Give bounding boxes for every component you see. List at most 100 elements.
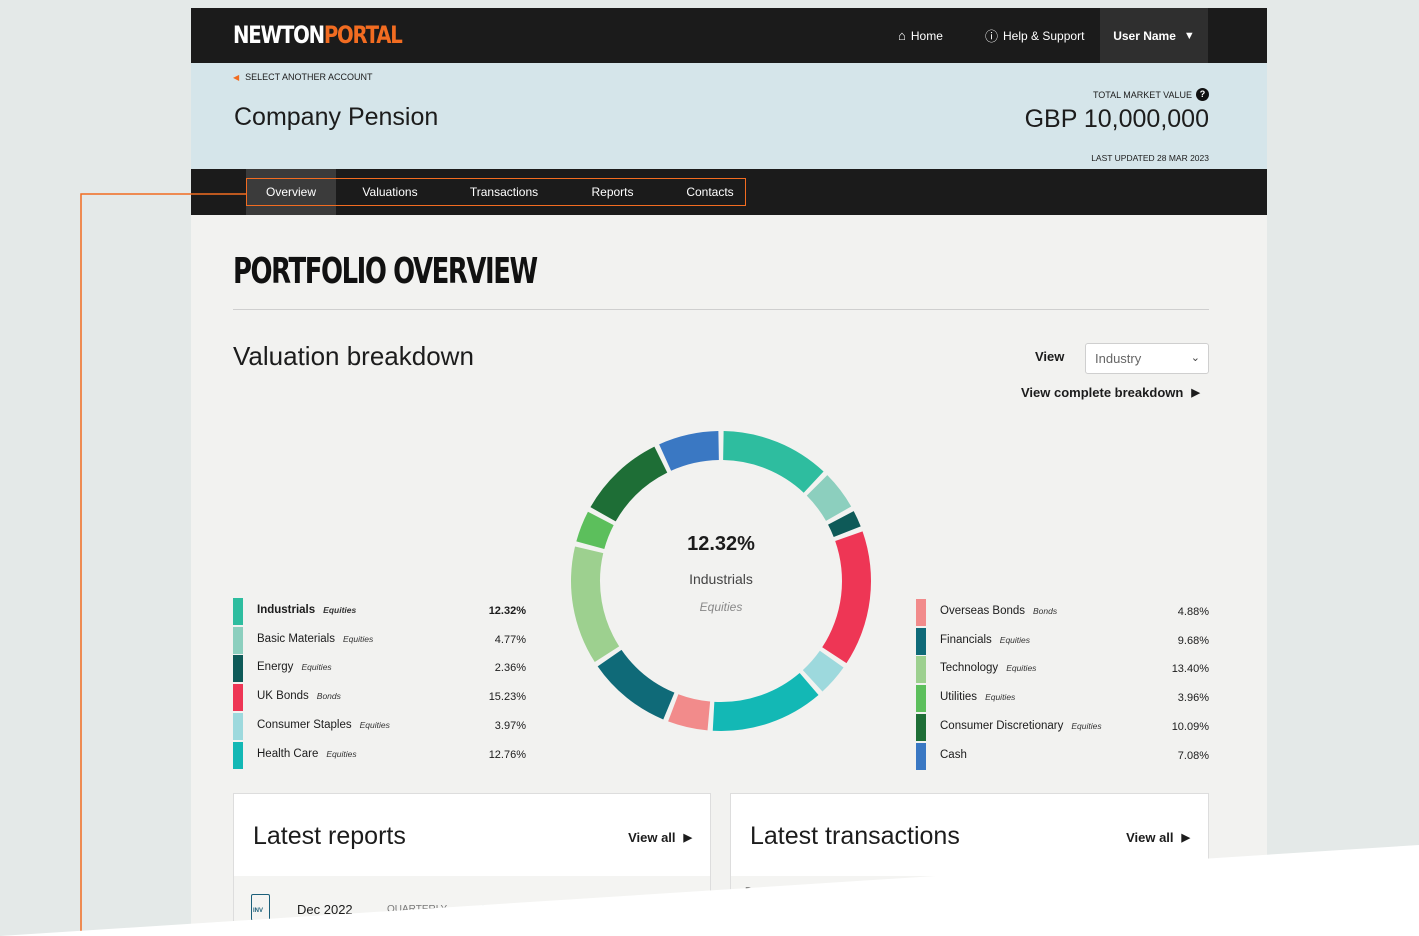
legend-item-industrials[interactable]: Industrials Equities 12.32% (233, 598, 526, 626)
legend-item-energy[interactable]: Energy Equities 2.36% (233, 655, 526, 683)
legend-percent: 4.88% (1177, 606, 1209, 618)
legend-item-consumer-staples[interactable]: Consumer Staples Equities 3.97% (233, 712, 526, 741)
legend-asset-type: Bonds (1033, 606, 1058, 616)
donut-center-asset-type: Equities (699, 600, 743, 614)
legend-category: Consumer Staples (257, 718, 352, 731)
arrow-right-icon: ▶ (1181, 832, 1190, 844)
transactions-view-all-link[interactable]: View all ▶ (1126, 830, 1190, 845)
tab-transactions[interactable]: Transactions (444, 169, 564, 215)
legend-category: Technology (940, 662, 999, 675)
legend-swatch (233, 598, 243, 625)
legend-percent: 7.08% (1177, 749, 1209, 762)
back-arrow-icon: ◀ (233, 72, 240, 82)
info-icon: ⓘ (985, 29, 999, 44)
legend-asset-type: Equities (1006, 663, 1037, 674)
portal-page: NEWTONPORTAL ⌂ Home ⓘ Help & Support Use… (191, 8, 1267, 936)
nav-help-link[interactable]: ⓘ Help & Support (985, 8, 1084, 63)
top-bar: NEWTONPORTAL ⌂ Home ⓘ Help & Support Use… (191, 8, 1267, 63)
legend-label: Industrials Equities (257, 604, 356, 616)
legend-label: Overseas Bonds Bonds (940, 605, 1057, 617)
legend-percent: 12.76% (488, 748, 526, 761)
legend-item-financials[interactable]: Financials Equities 9.68% (916, 627, 1209, 656)
tab-contacts[interactable]: Contacts (661, 169, 759, 215)
donut-slice-consumer-discretionary[interactable] (590, 446, 668, 522)
legend-swatch (233, 712, 243, 740)
valuation-breakdown-title: Valuation breakdown (233, 341, 474, 371)
legend-item-cash[interactable]: Cash 7.08% (916, 742, 1209, 771)
report-frequency: QUARTERLY (387, 904, 448, 915)
select-another-account-link[interactable]: ◀ SELECT ANOTHER ACCOUNT (233, 72, 373, 82)
legend-item-basic-materials[interactable]: Basic Materials Equities 4.77% (233, 626, 526, 655)
legend-asset-type: Equities (1071, 720, 1102, 731)
legend-label: Cash (940, 749, 967, 761)
page-title: PORTFOLIO OVERVIEW (233, 251, 538, 292)
tab-reports[interactable]: Reports (564, 169, 661, 215)
latest-reports-title: Latest reports (253, 822, 406, 850)
arrow-right-icon: ▶ (683, 832, 692, 844)
legend-percent: 3.96% (1177, 692, 1209, 705)
legend-category: Utilities (940, 691, 978, 704)
legend-category: Cash (940, 748, 967, 761)
legend-asset-type: Equities (342, 633, 374, 644)
legend-swatch (916, 685, 926, 713)
donut-slice-industrials[interactable] (723, 431, 824, 493)
view-select[interactable]: Industry ⌄ (1085, 343, 1209, 374)
reports-view-all-link[interactable]: View all ▶ (628, 830, 692, 845)
view-complete-breakdown-link[interactable]: View complete breakdown ▶ (1021, 385, 1200, 400)
legend-item-utilities[interactable]: Utilities Equities 3.96% (916, 685, 1209, 713)
donut-slice-financials[interactable] (597, 649, 675, 720)
legend-category: Basic Materials (257, 632, 335, 645)
arrow-right-icon: ▶ (1191, 387, 1200, 399)
account-header: ◀ SELECT ANOTHER ACCOUNT Company Pension… (191, 63, 1267, 169)
donut-slice-overseas-bonds[interactable] (668, 694, 711, 731)
total-market-value-label: TOTAL MARKET VALUE ? (1093, 88, 1209, 101)
legend-asset-type: Equities (301, 662, 332, 673)
view-complete-label: View complete breakdown (1021, 385, 1184, 400)
title-divider (233, 309, 1209, 310)
nav-home-label: Home (910, 28, 943, 43)
donut-center-category: Industrials (689, 571, 753, 587)
user-menu-button[interactable]: User Name ▼ (1100, 8, 1208, 63)
legend-category: Financials (940, 633, 992, 646)
legend-percent: 4.77% (494, 633, 526, 646)
total-market-value: GBP 10,000,000 (1024, 105, 1209, 133)
donut-slice-health-care[interactable] (712, 672, 819, 731)
newton-portal-logo[interactable]: NEWTONPORTAL (233, 21, 403, 49)
tab-overview[interactable]: Overview (246, 169, 336, 215)
help-question-icon[interactable]: ? (1196, 88, 1209, 101)
nav-home-link[interactable]: ⌂ Home (898, 8, 943, 63)
legend-label: Basic Materials Equities (257, 633, 373, 645)
legend-percent: 15.23% (488, 691, 526, 704)
legend-asset-type: Equities (323, 605, 357, 615)
legend-item-health-care[interactable]: Health Care Equities 12.76% (233, 741, 526, 770)
last-updated-text: LAST UPDATED 28 MAR 2023 (1091, 153, 1209, 163)
view-all-label: View all (1126, 830, 1174, 845)
transactions-column-header: D (745, 886, 753, 898)
legend-asset-type: Equities (985, 692, 1016, 703)
legend-item-uk-bonds[interactable]: UK Bonds Bonds 15.23% (233, 684, 526, 712)
legend-label: Technology Equities (940, 662, 1036, 674)
legend-category: Energy (257, 661, 294, 674)
legend-asset-type: Equities (999, 634, 1031, 645)
tab-valuations[interactable]: Valuations (336, 169, 444, 215)
latest-transactions-card: Latest transactions View all ▶ D (730, 793, 1209, 936)
latest-reports-card: Latest reports View all ▶ INV Dec 2022 Q… (233, 793, 711, 936)
legend-item-technology[interactable]: Technology Equities 13.40% (916, 656, 1209, 684)
legend-label: Financials Equities (940, 634, 1030, 646)
report-row[interactable]: INV Dec 2022 QUARTERLY INVESTMENT (234, 876, 710, 936)
account-tabs-bar: Overview Valuations Transactions Reports… (191, 169, 1267, 215)
legend-label: Utilities Equities (940, 691, 1015, 703)
transactions-table-header: D (731, 876, 1208, 936)
legend-asset-type: Bonds (316, 691, 341, 702)
report-type: INVESTMENT (482, 904, 547, 915)
donut-slice-cash[interactable] (659, 431, 719, 471)
latest-transactions-title: Latest transactions (750, 822, 960, 850)
legend-swatch (916, 742, 926, 770)
legend-percent: 10.09% (1171, 720, 1209, 733)
legend-category: Overseas Bonds (940, 605, 1026, 617)
legend-swatch (233, 741, 243, 769)
view-all-label: View all (628, 830, 676, 845)
legend-item-overseas-bonds[interactable]: Overseas Bonds Bonds 4.88% (916, 599, 1209, 627)
view-label: View (1035, 349, 1065, 364)
legend-item-consumer-discretionary[interactable]: Consumer Discretionary Equities 10.09% (916, 713, 1209, 742)
